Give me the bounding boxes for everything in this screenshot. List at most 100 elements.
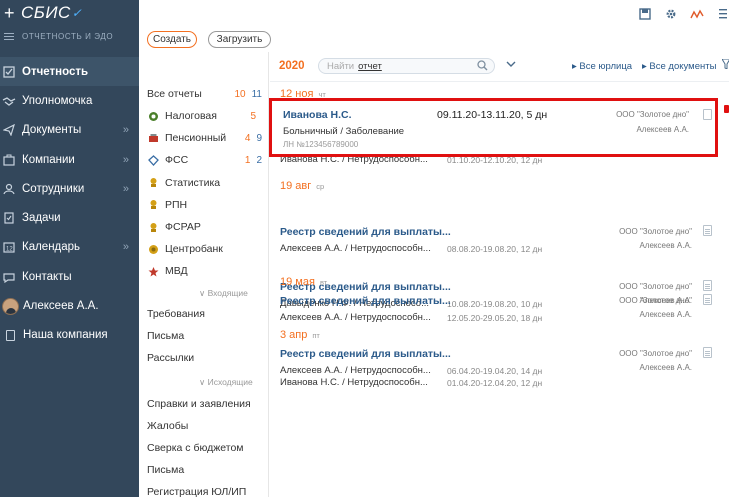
filter-type-item[interactable]: РПН [147, 196, 262, 214]
save-icon[interactable] [639, 8, 651, 23]
chevron-right-icon[interactable]: » [123, 124, 129, 136]
sidebar-item-3[interactable]: Документы » [0, 116, 139, 145]
create-button[interactable]: Создать [147, 31, 197, 48]
document-period: 10.08.20-19.08.20, 10 дн [447, 299, 543, 309]
document-period: 08.08.20-19.08.20, 12 дн [447, 244, 543, 254]
sidebar-item-2[interactable]: Уполномочка [0, 86, 139, 115]
plus-icon[interactable]: + [4, 3, 15, 24]
count-blue[interactable]: 11 [252, 89, 262, 100]
document-icon[interactable] [703, 280, 712, 291]
filter-outgoing-item[interactable]: Справки и заявления [147, 396, 251, 412]
sidebar-item-4[interactable]: Компании » [0, 145, 139, 174]
document-org: ООО "Золотое дно" [619, 227, 692, 236]
count-blue[interactable]: 2 [256, 155, 262, 166]
filter-incoming-item[interactable]: Требования [147, 306, 205, 322]
sidebar-item-label: Задачи [22, 212, 61, 225]
chevron-down-icon[interactable] [506, 59, 516, 71]
slogan[interactable]: ОТЧЕТНОСТЬ И ЭДО [4, 31, 113, 42]
send-icon [2, 123, 16, 137]
filter-outgoing-item[interactable]: Жалобы [147, 418, 188, 434]
incoming-separator[interactable]: ∨ Входящие [199, 288, 248, 299]
slogan-text: ОТЧЕТНОСТЬ И ЭДО [22, 32, 114, 41]
filter-label: РПН [165, 198, 188, 211]
search-input[interactable]: Найти отчет [318, 58, 495, 74]
search-icon[interactable] [477, 60, 488, 74]
sidebar-item-label: Документы [22, 124, 82, 137]
filter-type-item[interactable]: Статистика [147, 174, 262, 192]
document-person: Алексеев А.А. [639, 310, 692, 319]
document-title[interactable]: Иванова Н.С. [283, 109, 352, 121]
menu-icon[interactable] [4, 31, 14, 42]
top-bar: Создать Загрузить [139, 0, 729, 52]
all-entities-link[interactable]: ▸ Все юрлица [572, 61, 632, 72]
pension-icon [147, 132, 159, 144]
filter-incoming-item[interactable]: Письма [147, 328, 184, 344]
divider [270, 81, 729, 82]
sidebar-item-label: Отчетность [22, 65, 89, 78]
sidebar-item-label: Контакты [22, 270, 72, 283]
more-menu-icon[interactable] [719, 8, 727, 23]
document-period: 12.05.20-29.05.20, 18 дн [447, 313, 543, 323]
sidebar-item-9[interactable]: Алексеев А.А. [0, 291, 139, 320]
load-button[interactable]: Загрузить [208, 31, 271, 48]
filter-type-item[interactable]: Налоговая 5 [147, 107, 262, 125]
sidebar-item-7[interactable]: 12 Календарь » [0, 233, 139, 262]
sidebar-item-label: Уполномочка [22, 94, 93, 107]
filter-type-item[interactable]: МВД [147, 262, 262, 280]
filter-icon[interactable] [721, 58, 729, 72]
count-orange[interactable]: 5 [250, 111, 256, 122]
filter-incoming-item[interactable]: Рассылки [147, 350, 194, 366]
search-keyword[interactable]: отчет [358, 61, 382, 72]
document-icon[interactable] [703, 347, 712, 358]
gear-icon[interactable] [665, 8, 677, 23]
sidebar-item-8[interactable]: Контакты [0, 262, 139, 291]
document-title[interactable]: Реестр сведений для выплаты... [280, 295, 451, 307]
document-icon[interactable] [703, 109, 712, 120]
rpn-icon [147, 199, 159, 211]
sidebar-item-1[interactable]: Отчетность [0, 57, 139, 87]
document-org: ООО "Золотое дно" [616, 110, 689, 119]
statistics-icon [147, 177, 159, 189]
filter-label: МВД [165, 265, 188, 278]
sidebar-item-6[interactable]: Задачи [0, 203, 139, 232]
filter-counts: 10 11 [234, 89, 262, 100]
chevron-right-icon[interactable]: » [123, 183, 129, 195]
filter-outgoing-item[interactable]: Регистрация ЮЛ/ИП [147, 484, 246, 497]
filter-type-item[interactable]: ФСРАР [147, 218, 262, 236]
document-title[interactable]: Реестр сведений для выплаты... [280, 348, 451, 360]
document-icon[interactable] [703, 225, 712, 236]
document-period: 09.11.20-13.11.20, 5 дн [437, 109, 548, 121]
document-person: Алексеев А.А. [636, 125, 689, 134]
count-blue[interactable]: 9 [256, 133, 262, 144]
count-orange[interactable]: 1 [245, 155, 251, 166]
sidebar-item-10[interactable]: Наша компания [0, 321, 139, 350]
year-label[interactable]: 2020 [279, 60, 305, 72]
mvd-icon [147, 265, 159, 277]
chevron-right-icon[interactable]: » [123, 154, 129, 166]
document-employee: Алексеев А.А. / Нетрудоспособн... [280, 365, 431, 376]
filter-outgoing-item[interactable]: Письма [147, 462, 184, 478]
document-number: ЛН №123456789000 [283, 140, 359, 149]
filter-type-item[interactable]: ФСС 1 2 [147, 151, 262, 169]
document-org: ООО "Золотое дно" [619, 296, 692, 305]
document-title[interactable]: Реестр сведений для выплаты... [280, 226, 451, 238]
avatar[interactable] [2, 297, 19, 315]
count-orange[interactable]: 4 [245, 133, 251, 144]
chevron-right-icon[interactable]: » [123, 241, 129, 253]
all-documents-link[interactable]: ▸ Все документы [642, 61, 716, 72]
weekday-label: вт [319, 278, 328, 287]
filter-all-reports[interactable]: Все отчеты 10 11 [147, 85, 262, 103]
count-orange[interactable]: 10 [234, 89, 245, 100]
filter-type-item[interactable]: Центробанк [147, 240, 262, 258]
outgoing-separator[interactable]: ∨ Исходящие [199, 377, 253, 388]
selected-document[interactable]: Иванова Н.С. 09.11.20-13.11.20, 5 дн Бол… [269, 98, 718, 157]
filter-outgoing-item[interactable]: Сверка с бюджетом [147, 440, 244, 456]
date-header: 3 апр пт [280, 329, 320, 341]
sidebar-item-5[interactable]: Сотрудники » [0, 174, 139, 203]
analytics-icon[interactable] [690, 8, 704, 22]
document-employee: Алексеев А.А. / Нетрудоспособн... [280, 243, 431, 254]
document-icon[interactable] [703, 294, 712, 305]
filter-counts: 5 [250, 111, 262, 122]
filter-type-item[interactable]: Пенсионный 4 9 [147, 129, 262, 147]
logo[interactable]: + СБИС ✓ [4, 2, 82, 24]
